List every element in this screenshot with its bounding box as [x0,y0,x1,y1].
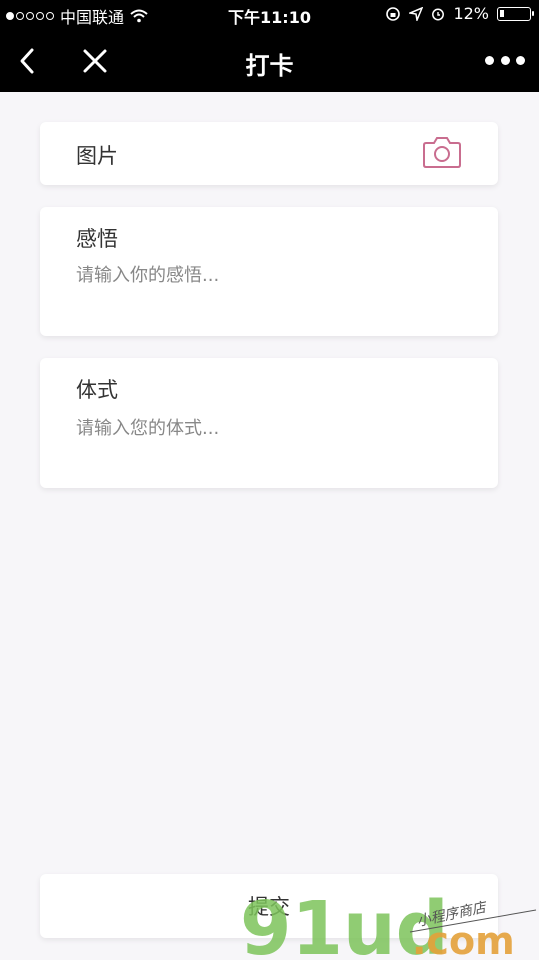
insight-input[interactable] [76,265,462,286]
page-title: 打卡 [245,52,294,80]
rotation-lock-icon [386,6,401,21]
battery-icon [497,6,534,21]
pose-label: 体式 [76,378,118,402]
image-label: 图片 [76,144,118,168]
pose-card: 体式 [40,358,498,488]
status-right: 12% [385,4,534,23]
image-card[interactable]: 图片 [40,122,498,185]
status-bar: 中国联通 下午11:10 12% [0,0,539,30]
location-icon [409,6,424,21]
insight-label: 感悟 [76,227,118,251]
camera-icon[interactable] [422,134,462,170]
insight-card: 感悟 [40,207,498,336]
battery-percent: 12% [453,4,489,23]
navigation-bar: 打卡 [0,30,539,92]
more-dots-icon[interactable] [485,50,525,70]
submit-button[interactable]: 提交 [40,874,498,938]
pose-input[interactable] [76,418,462,439]
alarm-icon [432,8,445,20]
submit-label: 提交 [248,895,290,919]
